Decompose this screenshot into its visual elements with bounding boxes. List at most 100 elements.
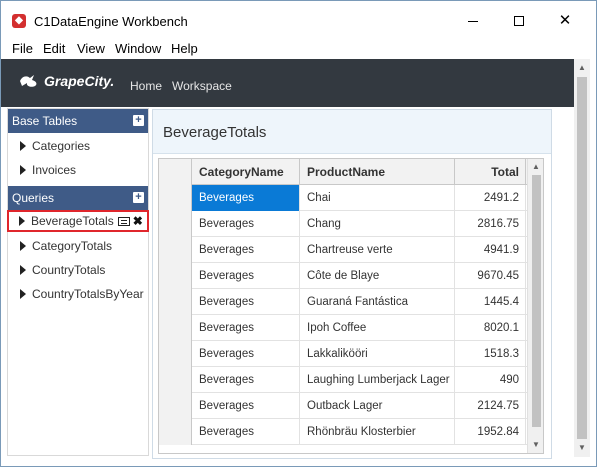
base-tables-label: Base Tables (12, 114, 78, 128)
scroll-up-arrow-icon[interactable]: ▲ (528, 159, 543, 175)
table-row[interactable]: Beverages Laughing Lumberjack Lager 490 (159, 367, 527, 393)
cell-productname[interactable]: Chartreuse verte (300, 237, 455, 263)
expand-triangle-icon[interactable] (19, 216, 25, 226)
cell-total[interactable]: 2816.75 (455, 211, 526, 237)
cell-productname[interactable]: Chang (300, 211, 455, 237)
close-icon[interactable]: ✖ (133, 212, 143, 230)
scroll-thumb[interactable] (577, 77, 587, 439)
scroll-down-arrow-icon[interactable]: ▼ (528, 437, 543, 453)
row-header[interactable] (159, 263, 192, 289)
row-header[interactable] (159, 211, 192, 237)
close-icon: ✕ (558, 12, 572, 29)
grid-icon[interactable] (117, 217, 130, 226)
cell-categoryname[interactable]: Beverages (192, 393, 300, 419)
grapecity-logo-icon (20, 75, 37, 87)
table-row[interactable]: Beverages Rhönbräu Klosterbier 1952.84 (159, 419, 527, 445)
menu-file[interactable]: File (12, 41, 33, 56)
table-row[interactable]: Beverages Lakkalikööri 1518.3 (159, 341, 527, 367)
cell-productname[interactable]: Côte de Blaye (300, 263, 455, 289)
menu-bar: File Edit View Window Help (1, 37, 596, 59)
row-header[interactable] (159, 315, 192, 341)
row-header[interactable] (159, 419, 192, 445)
expand-triangle-icon[interactable] (20, 165, 26, 175)
sidebar-item-label: Categories (32, 139, 91, 153)
table-row[interactable]: Beverages Côte de Blaye 9670.45 (159, 263, 527, 289)
expand-triangle-icon[interactable] (20, 141, 26, 151)
cell-total[interactable]: 1518.3 (455, 341, 526, 367)
close-window-button[interactable]: ✕ (542, 7, 588, 35)
table-row[interactable]: Beverages Outback Lager 2124.75 (159, 393, 527, 419)
cell-productname[interactable]: Guaraná Fantástica (300, 289, 455, 315)
grid-scrollbar[interactable]: ▲ ▼ (527, 159, 543, 453)
menu-edit[interactable]: Edit (43, 41, 65, 56)
sidebar-item-countrytotals[interactable]: CountryTotals (8, 259, 148, 281)
table-row[interactable]: Beverages Chai 2491.2 (159, 185, 527, 211)
cell-total[interactable]: 8020.1 (455, 315, 526, 341)
cell-categoryname[interactable]: Beverages (192, 367, 300, 393)
column-header-categoryname[interactable]: CategoryName (192, 159, 300, 185)
row-header[interactable] (159, 341, 192, 367)
sidebar-item-categorytotals[interactable]: CategoryTotals (8, 235, 148, 257)
row-header[interactable] (159, 367, 192, 393)
table-row[interactable]: Beverages Ipoh Coffee 8020.1 (159, 315, 527, 341)
cell-total[interactable]: 2124.75 (455, 393, 526, 419)
cell-categoryname[interactable]: Beverages (192, 419, 300, 445)
menu-window[interactable]: Window (115, 41, 161, 56)
column-header-productname[interactable]: ProductName (300, 159, 455, 185)
cell-total[interactable]: 4941.9 (455, 237, 526, 263)
cell-total[interactable]: 9670.45 (455, 263, 526, 289)
cell-categoryname[interactable]: Beverages (192, 315, 300, 341)
grid-scroll-thumb[interactable] (532, 175, 541, 427)
cell-categoryname[interactable]: Beverages (192, 237, 300, 263)
row-header[interactable] (159, 237, 192, 263)
cell-productname[interactable]: Lakkalikööri (300, 341, 455, 367)
expand-triangle-icon[interactable] (20, 265, 26, 275)
column-header-total[interactable]: Total (455, 159, 526, 185)
cell-total[interactable]: 1952.84 (455, 419, 526, 445)
sidebar-item-beveragetotals[interactable]: BeverageTotals ✖ (7, 210, 149, 232)
cell-categoryname[interactable]: Beverages (192, 211, 300, 237)
table-row[interactable]: Beverages Chartreuse verte 4941.9 (159, 237, 527, 263)
sidebar-item-countrytotalsbyyear[interactable]: CountryTotalsByYear (8, 283, 148, 305)
grid-header-row: CategoryName ProductName Total (159, 159, 527, 185)
maximize-button[interactable] (496, 7, 542, 35)
cell-productname[interactable]: Chai (300, 185, 455, 211)
table-row[interactable]: Beverages Chang 2816.75 (159, 211, 527, 237)
window-scrollbar[interactable]: ▲ ▼ (574, 59, 590, 457)
sidebar-item-invoices[interactable]: Invoices (8, 159, 148, 181)
base-tables-header: Base Tables + (8, 109, 148, 133)
menu-help[interactable]: Help (171, 41, 198, 56)
cell-categoryname[interactable]: Beverages (192, 289, 300, 315)
cell-total[interactable]: 1445.4 (455, 289, 526, 315)
cell-productname[interactable]: Rhönbräu Klosterbier (300, 419, 455, 445)
cell-categoryname[interactable]: Beverages (192, 263, 300, 289)
data-grid[interactable]: CategoryName ProductName Total Beverages… (158, 158, 544, 454)
queries-header: Queries + (8, 186, 148, 210)
minimize-button[interactable] (450, 7, 496, 35)
scroll-down-arrow-icon[interactable]: ▼ (574, 439, 590, 457)
cell-productname[interactable]: Ipoh Coffee (300, 315, 455, 341)
add-base-table-plus-icon[interactable]: + (133, 115, 144, 126)
sidebar-item-categories[interactable]: Categories (8, 135, 148, 157)
row-header[interactable] (159, 289, 192, 315)
scroll-up-arrow-icon[interactable]: ▲ (574, 59, 590, 77)
nav-home[interactable]: Home (130, 79, 162, 93)
cell-total[interactable]: 490 (455, 367, 526, 393)
queries-label: Queries (12, 191, 55, 205)
menu-view[interactable]: View (77, 41, 105, 56)
cell-productname[interactable]: Outback Lager (300, 393, 455, 419)
nav-workspace[interactable]: Workspace (172, 79, 232, 93)
cell-categoryname[interactable]: Beverages (192, 185, 300, 211)
expand-triangle-icon[interactable] (20, 241, 26, 251)
add-query-plus-icon[interactable]: + (133, 192, 144, 203)
cell-productname[interactable]: Laughing Lumberjack Lager (300, 367, 455, 393)
row-header[interactable] (159, 185, 192, 211)
cell-categoryname[interactable]: Beverages (192, 341, 300, 367)
table-row[interactable]: Beverages Guaraná Fantástica 1445.4 (159, 289, 527, 315)
sidebar-item-label: CountryTotalsByYear (32, 287, 144, 301)
title-bar: ◆ C1DataEngine Workbench ✕ (1, 1, 596, 37)
expand-triangle-icon[interactable] (20, 289, 26, 299)
cell-total[interactable]: 2491.2 (455, 185, 526, 211)
row-header[interactable] (159, 393, 192, 419)
sidebar-item-label: CategoryTotals (32, 239, 113, 253)
